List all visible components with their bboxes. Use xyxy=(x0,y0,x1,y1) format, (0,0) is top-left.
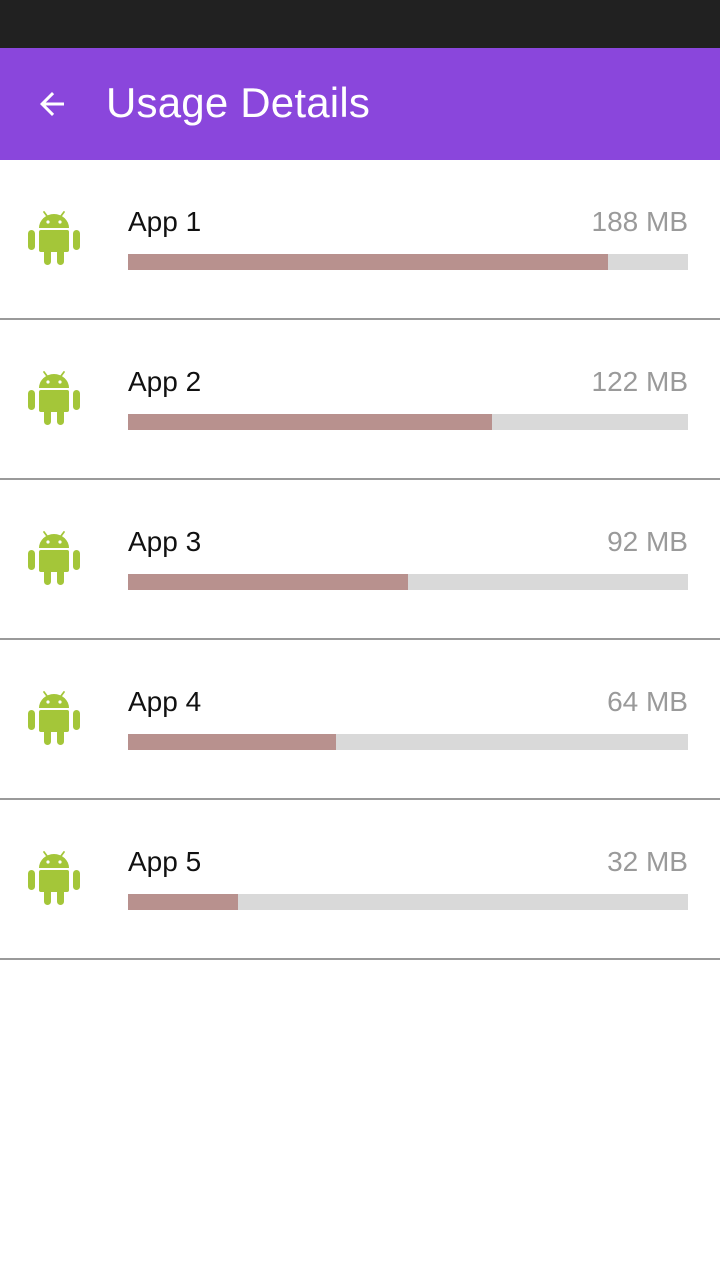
usage-progress-fill xyxy=(128,894,238,910)
usage-progress-fill xyxy=(128,254,608,270)
app-name: App 5 xyxy=(128,846,202,877)
android-icon xyxy=(28,211,80,265)
app-name: App 2 xyxy=(128,366,202,397)
app-size: 188 MB xyxy=(591,206,689,237)
app-size: 64 MB xyxy=(607,686,688,717)
android-icon xyxy=(28,851,80,905)
android-icon xyxy=(28,531,80,585)
app-size: 92 MB xyxy=(607,526,688,557)
usage-progress-bar xyxy=(128,894,688,910)
list-item[interactable]: App 2 122 MB xyxy=(0,320,720,480)
app-name: App 4 xyxy=(128,686,202,717)
usage-progress-bar xyxy=(128,414,688,430)
android-icon xyxy=(28,691,80,745)
app-size: 122 MB xyxy=(591,366,689,397)
arrow-back-icon xyxy=(40,92,64,116)
list-item[interactable]: App 1 188 MB xyxy=(0,160,720,320)
app-size: 32 MB xyxy=(607,846,688,877)
android-icon xyxy=(28,371,80,425)
app-name: App 1 xyxy=(128,206,202,237)
list-item[interactable]: App 4 64 MB xyxy=(0,640,720,800)
app-name: App 3 xyxy=(128,526,202,557)
usage-progress-fill xyxy=(128,734,336,750)
back-button[interactable] xyxy=(0,48,104,160)
list-item[interactable]: App 3 92 MB xyxy=(0,480,720,640)
page-title: Usage Details xyxy=(106,79,371,126)
usage-progress-fill xyxy=(128,574,408,590)
usage-progress-bar xyxy=(128,254,688,270)
list-item[interactable]: App 5 32 MB xyxy=(0,800,720,960)
app-bar: Usage Details xyxy=(0,48,720,160)
usage-progress-bar xyxy=(128,574,688,590)
app-usage-list: App 1 188 MB App 2 122 MB App 3 92 MB Ap… xyxy=(0,160,720,960)
usage-progress-bar xyxy=(128,734,688,750)
usage-progress-fill xyxy=(128,414,492,430)
status-bar xyxy=(0,0,720,48)
